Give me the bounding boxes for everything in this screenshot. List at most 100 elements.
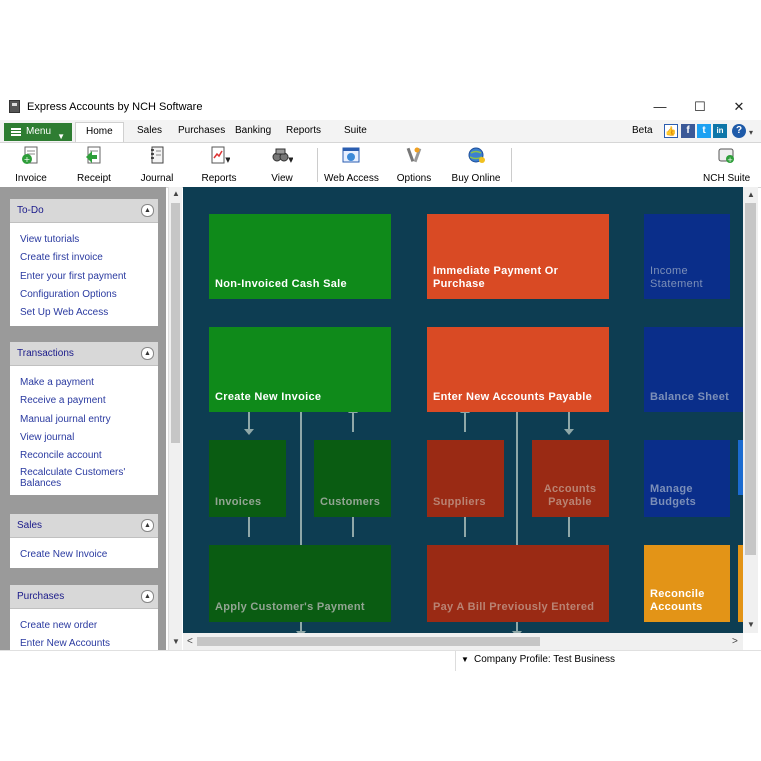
tile-label: Reconcile Accounts [650,588,705,613]
flowchart-area: Non-Invoiced Cash Sale Immediate Payment… [183,187,743,633]
connector-line [568,517,570,537]
panel-header[interactable]: Purchases ▲ [10,585,158,609]
tile-label: Manage Budgets [650,483,697,508]
help-icon[interactable]: ? [732,124,746,138]
linkedin-icon[interactable]: in [713,124,727,138]
main-vertical-scrollbar[interactable]: ▲ ▼ [743,187,758,633]
minimize-button[interactable]: — [649,98,671,116]
web-access-button[interactable]: Web Access [324,145,379,185]
tab-purchases[interactable]: Purchases [178,125,225,136]
tile-new-accounts-payable[interactable]: Enter New Accounts Payable [427,327,609,412]
panel-header[interactable]: To-Do ▲ [10,199,158,223]
svg-text:+: + [727,156,733,164]
tile-label: Income Statement [650,265,703,290]
receipt-button[interactable]: Receipt [72,145,116,185]
tab-reports[interactable]: Reports [286,125,321,136]
buy-online-button[interactable]: Buy Online [450,145,502,185]
status-separator [455,651,456,671]
sidebar-link[interactable]: View tutorials [10,231,158,249]
svg-text:▼: ▼ [225,156,230,164]
options-button[interactable]: Options [394,145,434,185]
tile-label: Non-Invoiced Cash Sale [215,278,347,290]
sidebar-link[interactable]: Receive a payment [10,392,158,410]
sidebar-link[interactable]: Set Up Web Access [10,304,158,322]
panel-header[interactable]: Sales ▲ [10,514,158,538]
tile-label: Suppliers [433,496,486,508]
tile-pay-bill[interactable]: Pay A Bill Previously Entered [427,545,609,622]
facebook-icon[interactable]: f [681,124,695,138]
sidebar-link[interactable]: Manual journal entry [10,411,158,429]
tab-sales[interactable]: Sales [137,125,162,136]
collapse-icon[interactable]: ▲ [141,204,154,217]
sidebar-link[interactable]: Enter New Accounts Payable [10,635,158,650]
sidebar-link[interactable]: Enter your first payment [10,268,158,286]
calculator-icon [9,100,20,113]
scrollbar-thumb[interactable] [745,203,756,555]
sidebar-link[interactable]: Create new order [10,617,158,635]
options-label: Options [396,173,432,184]
tile-create-invoice[interactable]: Create New Invoice [209,327,391,412]
app-window: Express Accounts by NCH Software — ☐ ✕ M… [0,94,761,671]
tile-manage-budgets[interactable]: Manage Budgets [644,440,730,517]
tile-immediate-payment[interactable]: Immediate Payment Or Purchase [427,214,609,299]
close-button[interactable]: ✕ [728,98,750,116]
scroll-down-icon[interactable]: ▼ [172,637,180,646]
tab-suite[interactable]: Suite [344,125,367,136]
tile-balance-sheet[interactable]: Balance Sheet [644,327,743,412]
sidebar-link[interactable]: Reconcile account [10,447,158,465]
sidebar-link[interactable]: Make a payment [10,374,158,392]
panel-title: Transactions [17,348,74,359]
collapse-icon[interactable]: ▲ [141,347,154,360]
scroll-up-icon[interactable]: ▲ [172,189,180,198]
sidebar-link[interactable]: Create first invoice [10,249,158,267]
collapse-icon[interactable]: ▲ [141,590,154,603]
invoice-button[interactable]: + Invoice [10,145,52,185]
scroll-left-icon[interactable]: < [187,636,193,647]
tab-banking[interactable]: Banking [235,125,271,136]
scroll-up-icon[interactable]: ▲ [747,190,755,199]
connector-line [464,412,466,432]
reports-button[interactable]: ▼ Reports [197,145,241,185]
panel-title: Purchases [17,591,65,602]
twitter-icon[interactable]: t [697,124,711,138]
chart-report-icon: ▼ [211,146,230,164]
thumbs-up-icon[interactable]: 👍 [664,124,678,138]
panel-header[interactable]: Transactions ▲ [10,342,158,366]
scrollbar-thumb[interactable] [197,637,540,646]
sidebar-link[interactable]: Configuration Options [10,286,158,304]
tab-home[interactable]: Home [75,122,124,142]
view-button[interactable]: ▼ View [262,145,302,185]
sidebar-link[interactable]: Recalculate Customers' Balances [10,465,158,491]
scrollbar-thumb[interactable] [171,203,180,443]
main-horizontal-scrollbar[interactable]: < > [183,633,743,650]
scroll-right-icon[interactable]: > [732,636,738,647]
transactions-panel: Transactions ▲ Make a payment Receive a … [10,342,158,496]
tile-accounts-payable[interactable]: Accounts Payable [532,440,609,517]
journal-button[interactable]: Journal [136,145,178,185]
tile-customers[interactable]: Customers [314,440,391,517]
tile-apply-payment[interactable]: Apply Customer's Payment [209,545,391,622]
menu-label: Menu [26,126,52,137]
help-dropdown-icon[interactable]: ▾ [749,128,753,137]
tile-reconcile-accounts[interactable]: Reconcile Accounts [644,545,730,622]
svg-text:+: + [24,155,31,164]
tile-invoices[interactable]: Invoices [209,440,286,517]
maximize-button[interactable]: ☐ [689,98,711,116]
tile-income-statement[interactable]: Income Statement [644,214,730,299]
scroll-down-icon[interactable]: ▼ [747,620,755,629]
sidebar-link[interactable]: View journal [10,429,158,447]
view-label: View [271,173,293,184]
company-dropdown-icon[interactable]: ▼ [461,655,469,664]
sidebar-link[interactable]: Create New Invoice [10,546,158,564]
beta-label: Beta [632,125,653,136]
menu-button[interactable]: Menu ▼ [4,123,72,141]
nch-suite-button[interactable]: + NCH Suite [703,145,750,185]
ribbon-tabs: Menu ▼ Home Sales Purchases Banking Repo… [0,120,761,143]
collapse-icon[interactable]: ▲ [141,519,154,532]
company-profile[interactable]: Company Profile: Test Business [474,654,615,665]
tile-cash-sale[interactable]: Non-Invoiced Cash Sale [209,214,391,299]
sales-panel: Sales ▲ Create New Invoice [10,514,158,569]
nch-suite-icon: + [718,148,734,164]
tile-suppliers[interactable]: Suppliers [427,440,504,517]
sidebar-scrollbar[interactable]: ▲ ▼ [168,187,182,650]
